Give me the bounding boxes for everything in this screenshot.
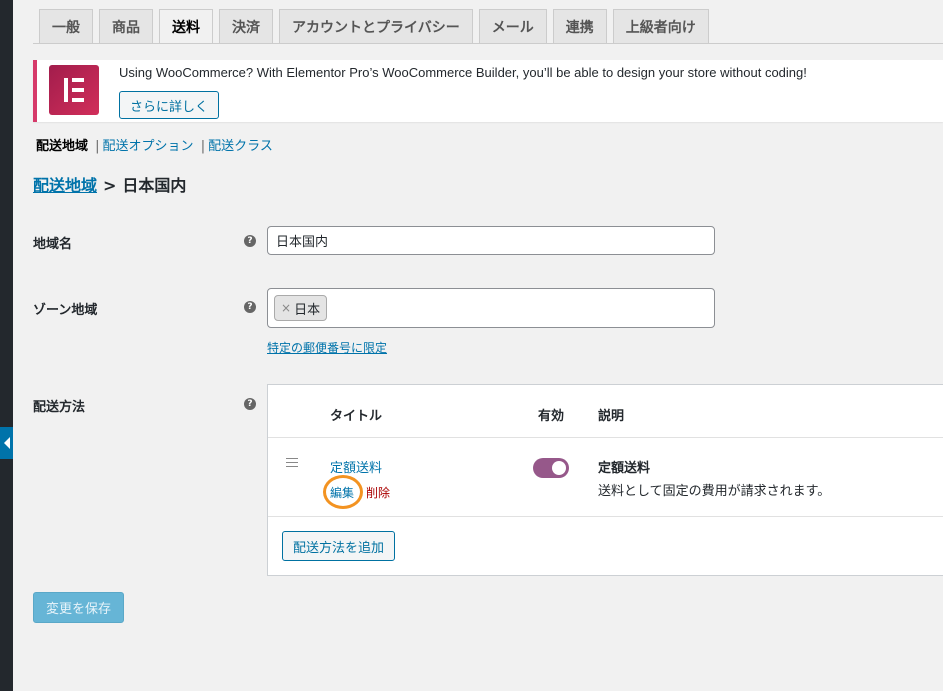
tab-general[interactable]: 一般 [39, 9, 93, 44]
notice-text: Using WooCommerce? With Elementor Pro’s … [119, 65, 807, 80]
tab-divider [33, 43, 943, 44]
subnav-separator: | [95, 139, 100, 154]
header-divider [268, 437, 943, 438]
breadcrumb-separator: > [103, 176, 117, 195]
column-title: タイトル [330, 409, 383, 424]
column-description: 説明 [598, 409, 625, 424]
subnav-classes[interactable]: 配送クラス [208, 139, 273, 154]
limit-postcodes-link[interactable]: 特定の郵便番号に限定 [267, 339, 387, 356]
subnav-zones[interactable]: 配送地域 [36, 139, 88, 154]
subnav-options[interactable]: 配送オプション [103, 139, 194, 154]
settings-tabs: 一般 商品 送料 決済 アカウントとプライバシー メール 連携 上級者向け [39, 9, 715, 44]
region-chip-label: 日本 [294, 302, 321, 318]
elementor-notice: Using WooCommerce? With Elementor Pro’s … [33, 60, 943, 122]
tab-emails[interactable]: メール [478, 9, 547, 44]
tab-accounts-privacy[interactable]: アカウントとプライバシー [279, 9, 473, 44]
admin-sidebar [0, 0, 13, 691]
remove-chip-icon[interactable]: × [281, 301, 291, 315]
breadcrumb: 配送地域 > 日本国内 [33, 172, 186, 196]
zone-name-input[interactable]: 日本国内 [267, 226, 715, 255]
delete-method-link[interactable]: 削除 [366, 484, 390, 501]
tab-advanced[interactable]: 上級者向け [612, 9, 709, 44]
learn-more-button[interactable]: さらに詳しく [119, 91, 220, 119]
save-changes-button[interactable]: 変更を保存 [33, 592, 124, 623]
row-divider [268, 516, 943, 517]
tab-products[interactable]: 商品 [99, 9, 153, 44]
method-desc-title: 定額送料 [598, 461, 651, 476]
help-icon[interactable]: ? [244, 235, 256, 247]
subnav-separator: | [200, 139, 206, 154]
tab-integration[interactable]: 連携 [552, 9, 607, 44]
shipping-methods-label: 配送方法 [33, 400, 86, 415]
breadcrumb-current: 日本国内 [122, 176, 187, 195]
collapse-menu-icon[interactable] [0, 427, 13, 459]
tab-payments[interactable]: 決済 [219, 9, 273, 44]
help-icon[interactable]: ? [244, 398, 256, 410]
method-title-link[interactable]: 定額送料 [330, 457, 382, 476]
region-chip: × 日本 [274, 295, 328, 321]
shipping-methods-table: タイトル 有効 説明 定額送料 編集 削除 定額送料 送料として固定の費用が請求… [267, 384, 943, 576]
annotation-circle [323, 475, 363, 509]
column-enabled: 有効 [538, 409, 565, 424]
drag-handle-icon[interactable] [286, 458, 298, 470]
tab-shipping[interactable]: 送料 [159, 9, 213, 44]
breadcrumb-zones-link[interactable]: 配送地域 [33, 176, 97, 195]
toggle-knob [552, 461, 566, 475]
method-desc-text: 送料として固定の費用が請求されます。 [598, 484, 831, 499]
add-shipping-method-button[interactable]: 配送方法を追加 [282, 531, 396, 561]
shipping-subnav: 配送地域 | 配送オプション | 配送クラス [36, 135, 273, 154]
zone-name-label: 地域名 [33, 237, 73, 252]
main-content: 一般 商品 送料 決済 アカウントとプライバシー メール 連携 上級者向け Us… [13, 0, 943, 691]
method-enabled-toggle[interactable] [533, 458, 569, 478]
zone-regions-select[interactable]: × 日本 [267, 288, 715, 328]
help-icon[interactable]: ? [244, 301, 256, 313]
zone-regions-label: ゾーン地域 [33, 303, 98, 318]
elementor-logo-icon [49, 65, 99, 115]
